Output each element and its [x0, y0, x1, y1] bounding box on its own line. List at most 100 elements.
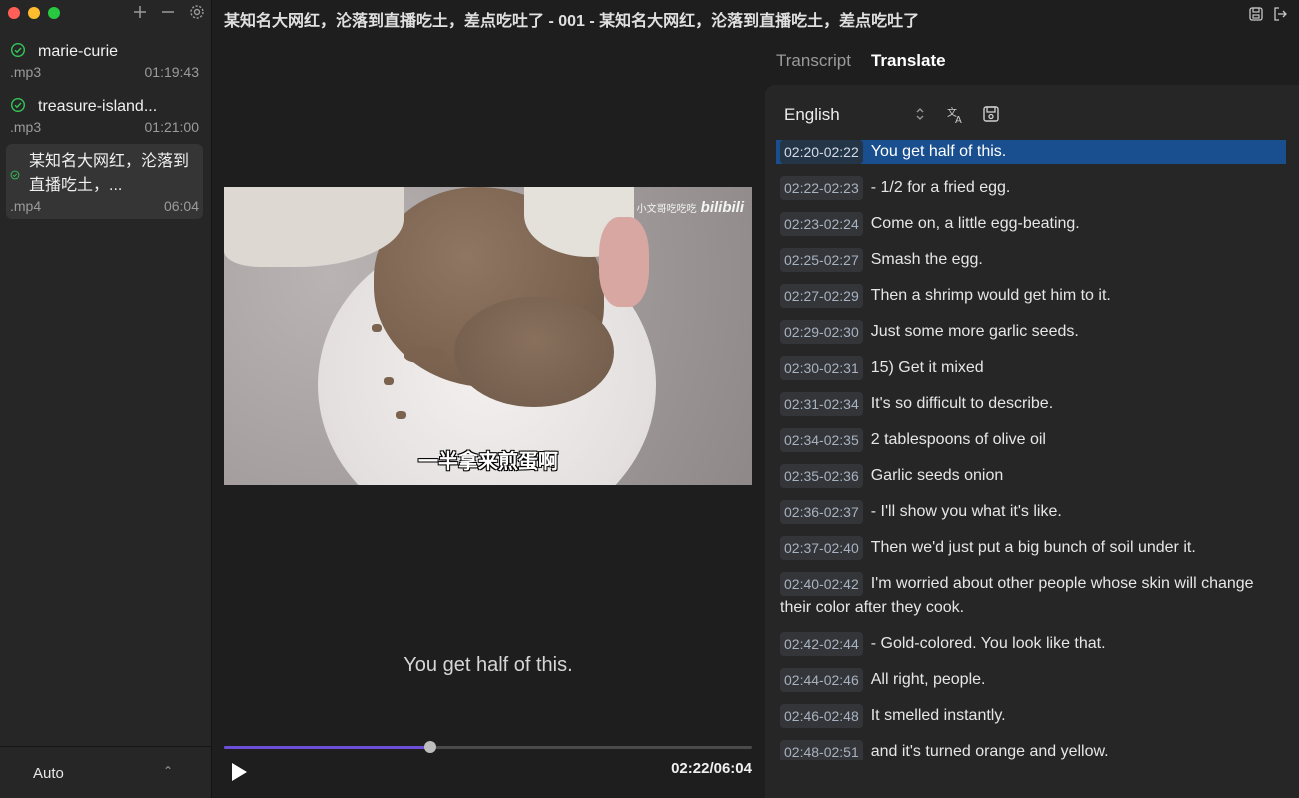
chevron-updown-icon[interactable] [916, 107, 924, 123]
close-window-button[interactable] [8, 7, 20, 19]
crumb [384, 377, 394, 385]
segment-row[interactable]: 02:36-02:37 - I'll show you what it's lik… [776, 500, 1286, 524]
segment-time[interactable]: 02:44-02:46 [780, 668, 863, 692]
segment-row[interactable]: 02:40-02:42 I'm worried about other peopl… [776, 572, 1286, 620]
segment-row[interactable]: 02:22-02:23 - 1/2 for a fried egg. [776, 176, 1286, 200]
segment-row[interactable]: 02:34-02:35 2 tablespoons of olive oil [776, 428, 1286, 452]
segment-row[interactable]: 02:25-02:27 Smash the egg. [776, 248, 1286, 272]
remove-file-icon[interactable] [161, 5, 179, 19]
sidebar: marie-curie .mp3 01:19:43 treasure-island..… [0, 0, 212, 798]
segment-time[interactable]: 02:23-02:24 [780, 212, 863, 236]
segment-row[interactable]: 02:31-02:34 It's so difficult to describe… [776, 392, 1286, 416]
file-duration: 01:21:00 [144, 119, 200, 135]
title-toolbar [1249, 7, 1287, 26]
segment-text: - I'll show you what it's like. [870, 503, 1062, 520]
sidebar-footer: Auto ⌃ [0, 746, 212, 798]
segment-text: Then a shrimp would get him to it. [870, 287, 1111, 304]
segment-text: Just some more garlic seeds. [870, 323, 1079, 340]
segment-row[interactable]: 02:27-02:29 Then a shrimp would get him t… [776, 284, 1286, 308]
file-name: marie-curie [38, 43, 119, 60]
file-duration: 01:19:43 [144, 64, 200, 80]
file-ext: .mp3 [10, 64, 42, 80]
segment-time[interactable]: 02:42-02:44 [780, 632, 863, 656]
chevron-updown-icon[interactable]: ⌃ [163, 764, 173, 778]
crumb [404, 347, 444, 363]
file-item[interactable]: marie-curie .mp3 01:19:43 [6, 34, 203, 85]
segment-time[interactable]: 02:34-02:35 [780, 428, 863, 452]
file-item[interactable]: treasure-island... .mp3 01:21:00 [6, 89, 203, 140]
segment-time[interactable]: 02:30-02:31 [780, 356, 863, 380]
segment-text: Garlic seeds onion [870, 467, 1004, 484]
burned-subtitle: 一半拿来煎蛋啊 [418, 451, 558, 473]
segment-row[interactable]: 02:44-02:46 All right, people. [776, 668, 1286, 692]
file-ext: .mp3 [10, 119, 42, 135]
export-icon[interactable] [1273, 7, 1287, 26]
food-crumbled [454, 297, 614, 407]
add-file-icon[interactable] [133, 5, 151, 19]
save-icon[interactable] [1249, 7, 1263, 26]
segment-row[interactable]: 02:46-02:48 It smelled instantly. [776, 704, 1286, 728]
file-name: treasure-island... [38, 98, 158, 115]
segment-time[interactable]: 02:22-02:23 [780, 176, 863, 200]
segment-text: and it's turned orange and yellow. [870, 743, 1109, 760]
segment-time[interactable]: 02:36-02:37 [780, 500, 863, 524]
crumb [396, 411, 406, 419]
svg-text:A: A [955, 115, 962, 125]
segment-time[interactable]: 02:46-02:48 [780, 704, 863, 728]
segment-text: 15) Get it mixed [870, 359, 984, 376]
segment-text: It's so difficult to describe. [870, 395, 1054, 412]
segment-time[interactable]: 02:37-02:40 [780, 536, 863, 560]
time-display: 02:22/06:04 [671, 760, 752, 777]
maximize-window-button[interactable] [48, 7, 60, 19]
crumb [372, 324, 382, 332]
segment-text: All right, people. [870, 671, 986, 688]
segment-time[interactable]: 02:35-02:36 [780, 464, 863, 488]
segment-time[interactable]: 02:48-02:51 [780, 740, 863, 760]
segment-row[interactable]: 02:20-02:22 You get half of this. [776, 140, 1286, 164]
file-item[interactable]: 某知名大网红，沦落到直播吃土，... .mp4 06:04 [6, 144, 203, 219]
window-title: 某知名大网红，沦落到直播吃土，差点吃吐了 - 001 - 某知名大网红，沦落到直… [224, 13, 920, 30]
language-row: English 文A [784, 105, 1018, 126]
save-icon[interactable] [982, 105, 1002, 125]
segment-text: - 1/2 for a fried egg. [870, 179, 1011, 196]
play-icon [232, 763, 247, 781]
segment-time[interactable]: 02:20-02:22 [780, 140, 863, 164]
target-language-select[interactable]: English [784, 105, 916, 125]
file-ext: .mp4 [10, 198, 42, 214]
segment-row[interactable]: 02:48-02:51 and it's turned orange and ye… [776, 740, 1286, 760]
progress-bar[interactable] [224, 741, 752, 753]
segment-row[interactable]: 02:35-02:36 Garlic seeds onion [776, 464, 1286, 488]
segment-text: Smash the egg. [870, 251, 983, 268]
segment-time[interactable]: 02:29-02:30 [780, 320, 863, 344]
panel-tabs: Transcript Translate [776, 51, 946, 71]
tab-transcript[interactable]: Transcript [776, 51, 851, 71]
check-circle-icon [10, 42, 26, 58]
segment-time[interactable]: 02:27-02:29 [780, 284, 863, 308]
hand [599, 217, 649, 307]
segment-list: 02:20-02:22 You get half of this. 02:22-02… [776, 140, 1286, 760]
language-select[interactable]: Auto [33, 765, 64, 782]
file-list: marie-curie .mp3 01:19:43 treasure-island..… [6, 34, 203, 223]
segment-text: 2 tablespoons of olive oil [870, 431, 1046, 448]
segment-row[interactable]: 02:42-02:44 - Gold-colored. You look like… [776, 632, 1286, 656]
file-duration: 06:04 [163, 198, 199, 214]
segment-time[interactable]: 02:40-02:42 [780, 572, 863, 596]
segment-time[interactable]: 02:25-02:27 [780, 248, 863, 272]
sidebar-toolbar [133, 4, 207, 20]
minimize-window-button[interactable] [28, 7, 40, 19]
segment-row[interactable]: 02:37-02:40 Then we'd just put a big bunc… [776, 536, 1286, 560]
segment-row[interactable]: 02:30-02:31 15) Get it mixed [776, 356, 1286, 380]
gear-icon[interactable] [189, 4, 207, 20]
tab-translate[interactable]: Translate [871, 51, 946, 71]
video-player[interactable]: 小文哥吃吃吃 bilibili 一半拿来煎蛋啊 [224, 187, 752, 485]
play-button[interactable] [229, 762, 249, 782]
segment-row[interactable]: 02:29-02:30 Just some more garlic seeds. [776, 320, 1286, 344]
segment-text: You get half of this. [870, 143, 1007, 160]
segment-time[interactable]: 02:31-02:34 [780, 392, 863, 416]
translate-icon[interactable]: 文A [946, 105, 966, 126]
segment-text: It smelled instantly. [870, 707, 1006, 724]
progress-knob[interactable] [423, 741, 436, 753]
check-circle-icon [10, 97, 26, 113]
segment-text: Come on, a little egg-beating. [870, 215, 1080, 232]
segment-row[interactable]: 02:23-02:24 Come on, a little egg-beating… [776, 212, 1286, 236]
